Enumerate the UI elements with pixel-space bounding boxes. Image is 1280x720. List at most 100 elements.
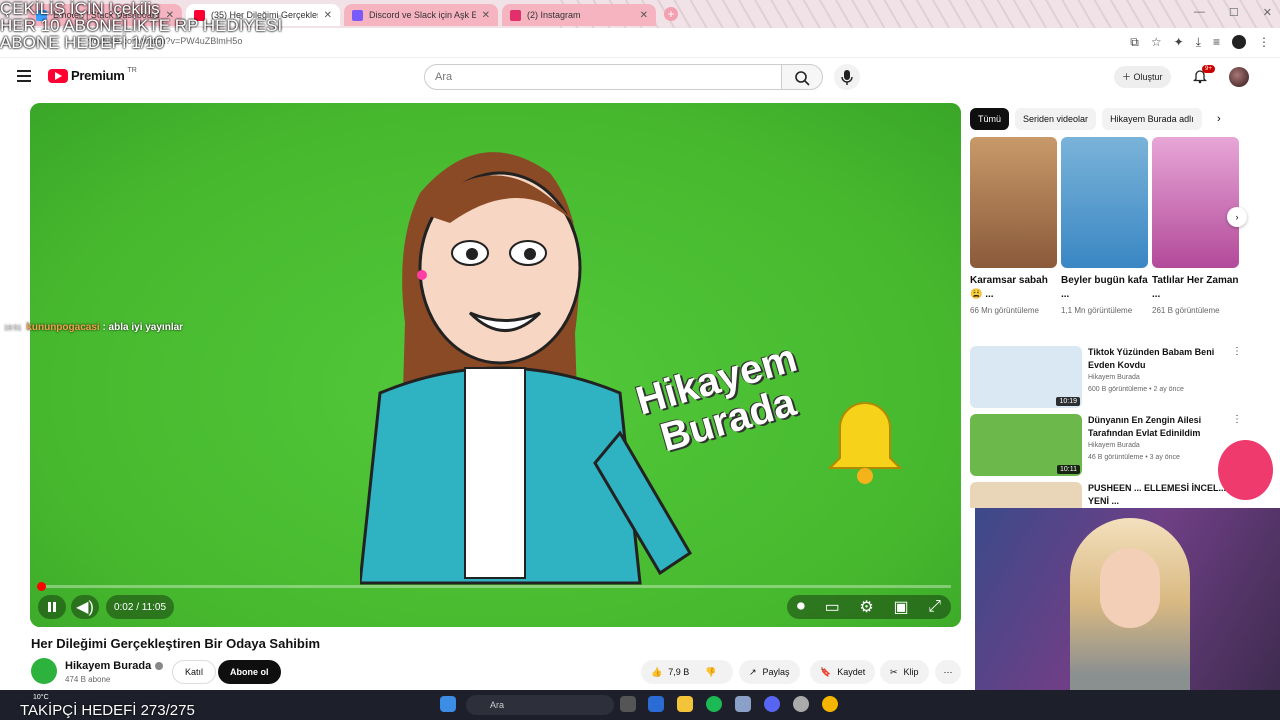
task-view-icon[interactable] bbox=[620, 696, 636, 712]
dislike-icon[interactable]: 👎 bbox=[705, 660, 716, 684]
weather-widget[interactable]: 10°C bbox=[33, 694, 49, 701]
windows-start-icon[interactable] bbox=[440, 696, 456, 712]
short-views: 261 B görüntüleme bbox=[1152, 306, 1220, 315]
video-player[interactable]: Hikayem Burada ◀) 0:02 / 11:05 ⏺ ▭ ⚙ ▣ ⤢ bbox=[30, 103, 961, 627]
channel-name[interactable]: Hikayem Burada bbox=[65, 660, 164, 672]
clip-button[interactable]: ✂ Klip bbox=[880, 660, 929, 684]
streamer-face bbox=[1100, 548, 1160, 628]
recommended-video[interactable]: PUSHEEN ... ELLEMESİ İNCEL... YENİ ... bbox=[970, 482, 1250, 508]
more-vert-icon[interactable]: ⋮ bbox=[1232, 414, 1242, 425]
subscribe-button[interactable]: Abone ol bbox=[218, 660, 281, 684]
browser-tab-discord[interactable]: Discord ve Slack için Aşk Emoji... ✕ bbox=[344, 4, 498, 26]
extensions-icon[interactable]: ✦ bbox=[1174, 35, 1184, 50]
settings-gear-icon[interactable]: ⚙ bbox=[859, 597, 873, 617]
captions-icon[interactable]: ▭ bbox=[825, 597, 840, 617]
search-input[interactable]: Ara bbox=[424, 64, 782, 90]
subscriber-count: 474 B abone bbox=[65, 675, 111, 684]
chevron-right-icon[interactable]: › bbox=[1217, 113, 1221, 125]
bookmark-star-icon[interactable]: ☆ bbox=[1151, 35, 1162, 50]
taskbar-search[interactable]: Ara bbox=[466, 695, 614, 715]
player-right-controls: ⏺ ▭ ⚙ ▣ ⤢ bbox=[787, 595, 951, 619]
more-actions-button[interactable]: ⋯ bbox=[935, 660, 961, 684]
browser-toolbar-icons: ⧉ ☆ ✦ ⤓ ≡ ⋮ bbox=[1130, 35, 1270, 50]
short-item[interactable]: Karamsar sabah 😩 ... 66 Mn görüntüleme bbox=[970, 137, 1057, 317]
file-explorer-icon[interactable] bbox=[677, 696, 693, 712]
autoplay-toggle-icon[interactable]: ⏺ bbox=[797, 598, 805, 616]
chip-all[interactable]: Tümü bbox=[970, 108, 1010, 130]
search-button[interactable] bbox=[781, 64, 823, 90]
video-channel[interactable]: Hikayem Burada bbox=[1088, 442, 1140, 449]
menu-icon[interactable]: ≡ bbox=[1213, 35, 1220, 50]
short-thumbnail[interactable] bbox=[1152, 137, 1239, 268]
video-thumbnail[interactable]: 10:19 bbox=[970, 346, 1082, 408]
window-controls: — ☐ ✕ bbox=[1194, 6, 1272, 19]
more-icon: ⋯ bbox=[943, 667, 953, 677]
video-thumbnail[interactable]: 10:11 bbox=[970, 414, 1082, 476]
chrome-icon[interactable] bbox=[822, 696, 838, 712]
download-icon[interactable]: ⤓ bbox=[1196, 35, 1201, 50]
volume-button[interactable]: ◀) bbox=[71, 595, 99, 619]
youtube-logo[interactable]: Premium TR bbox=[48, 67, 137, 83]
short-item[interactable]: Tatlılar Her Zaman ... 261 B görüntüleme bbox=[1152, 137, 1239, 317]
short-item[interactable]: Beyler bugün kafa ... 1,1 Mn görüntüleme bbox=[1061, 137, 1148, 317]
video-title[interactable]: Dünyanın En Zengin Ailesi Tarafından Evl… bbox=[1088, 414, 1228, 440]
short-thumbnail[interactable] bbox=[970, 137, 1057, 268]
close-icon[interactable]: ✕ bbox=[324, 10, 332, 21]
more-vert-icon[interactable]: ⋮ bbox=[1232, 346, 1242, 357]
progress-bar[interactable] bbox=[40, 585, 951, 588]
maximize-icon[interactable]: ☐ bbox=[1229, 6, 1239, 19]
like-icon[interactable]: 👍 bbox=[651, 660, 662, 684]
pause-icon bbox=[48, 602, 56, 612]
short-views: 1,1 Mn görüntüleme bbox=[1061, 306, 1133, 315]
short-title[interactable]: Tatlılar Her Zaman ... bbox=[1152, 274, 1239, 302]
fullscreen-icon[interactable]: ⤢ bbox=[928, 598, 941, 616]
notification-count-badge: 9+ bbox=[1202, 65, 1215, 73]
share-icon: ↗ bbox=[749, 667, 757, 677]
video-title[interactable]: Tiktok Yüzünden Babam Beni Evden Kovdu bbox=[1088, 346, 1228, 372]
profile-icon[interactable] bbox=[1232, 35, 1246, 49]
shorts-next-button[interactable]: › bbox=[1227, 207, 1247, 227]
more-icon[interactable]: ⋮ bbox=[1258, 35, 1270, 50]
discord-icon[interactable] bbox=[764, 696, 780, 712]
chip-series[interactable]: Seriden videolar bbox=[1015, 108, 1097, 130]
share-button[interactable]: ↗ Paylaş bbox=[739, 660, 800, 684]
close-icon[interactable]: ✕ bbox=[640, 10, 648, 21]
progress-scrubber[interactable] bbox=[37, 582, 46, 591]
browser-tab-instagram[interactable]: (2) Instagram ✕ bbox=[502, 4, 656, 26]
join-button[interactable]: Katıl bbox=[172, 660, 217, 684]
install-icon[interactable]: ⧉ bbox=[1130, 35, 1139, 50]
minimize-icon[interactable]: — bbox=[1194, 6, 1205, 19]
pause-button[interactable] bbox=[38, 595, 66, 619]
chip-channel[interactable]: Hikayem Burada adlı bbox=[1102, 108, 1203, 130]
save-button[interactable]: 🔖 Kaydet bbox=[810, 660, 876, 684]
short-title[interactable]: Karamsar sabah 😩 ... bbox=[970, 274, 1057, 302]
duration-badge: 10:11 bbox=[1057, 465, 1080, 474]
video-title[interactable]: PUSHEEN ... ELLEMESİ İNCEL... YENİ ... bbox=[1088, 482, 1228, 508]
video-thumbnail[interactable] bbox=[970, 482, 1082, 508]
cartoon-character-illustration bbox=[360, 152, 693, 585]
spotify-icon[interactable] bbox=[706, 696, 722, 712]
video-channel[interactable]: Hikayem Burada bbox=[1088, 374, 1140, 381]
recommended-video[interactable]: 10:19 Tiktok Yüzünden Babam Beni Evden K… bbox=[970, 346, 1250, 408]
channel-name-text: Hikayem Burada bbox=[65, 660, 152, 672]
new-tab-button[interactable]: + bbox=[664, 7, 678, 21]
like-count[interactable]: 7,9 B bbox=[668, 660, 689, 684]
theater-mode-icon[interactable]: ▣ bbox=[893, 597, 908, 617]
create-button[interactable]: ＋ Oluştur bbox=[1114, 66, 1171, 88]
close-window-icon[interactable]: ✕ bbox=[1263, 6, 1272, 19]
close-icon[interactable]: ✕ bbox=[482, 10, 490, 21]
app-icon[interactable] bbox=[648, 696, 664, 712]
app-icon[interactable] bbox=[735, 696, 751, 712]
channel-avatar[interactable] bbox=[31, 658, 57, 684]
short-thumbnail[interactable] bbox=[1061, 137, 1148, 268]
app-icon[interactable] bbox=[793, 696, 809, 712]
account-avatar[interactable] bbox=[1229, 67, 1249, 87]
short-title[interactable]: Beyler bugün kafa ... bbox=[1061, 274, 1148, 302]
logo-region: TR bbox=[127, 67, 137, 74]
voice-search-button[interactable] bbox=[834, 64, 860, 90]
recommended-video[interactable]: 10:11 Dünyanın En Zengin Ailesi Tarafınd… bbox=[970, 414, 1250, 476]
chat-message: 19:51 kununpogacasi : abla iyi yayınlar bbox=[4, 322, 183, 333]
hamburger-menu-icon[interactable] bbox=[17, 70, 31, 82]
shorts-shelf: Karamsar sabah 😩 ... 66 Mn görüntüleme B… bbox=[970, 137, 1239, 317]
notifications-button[interactable]: 9+ bbox=[1192, 65, 1215, 89]
